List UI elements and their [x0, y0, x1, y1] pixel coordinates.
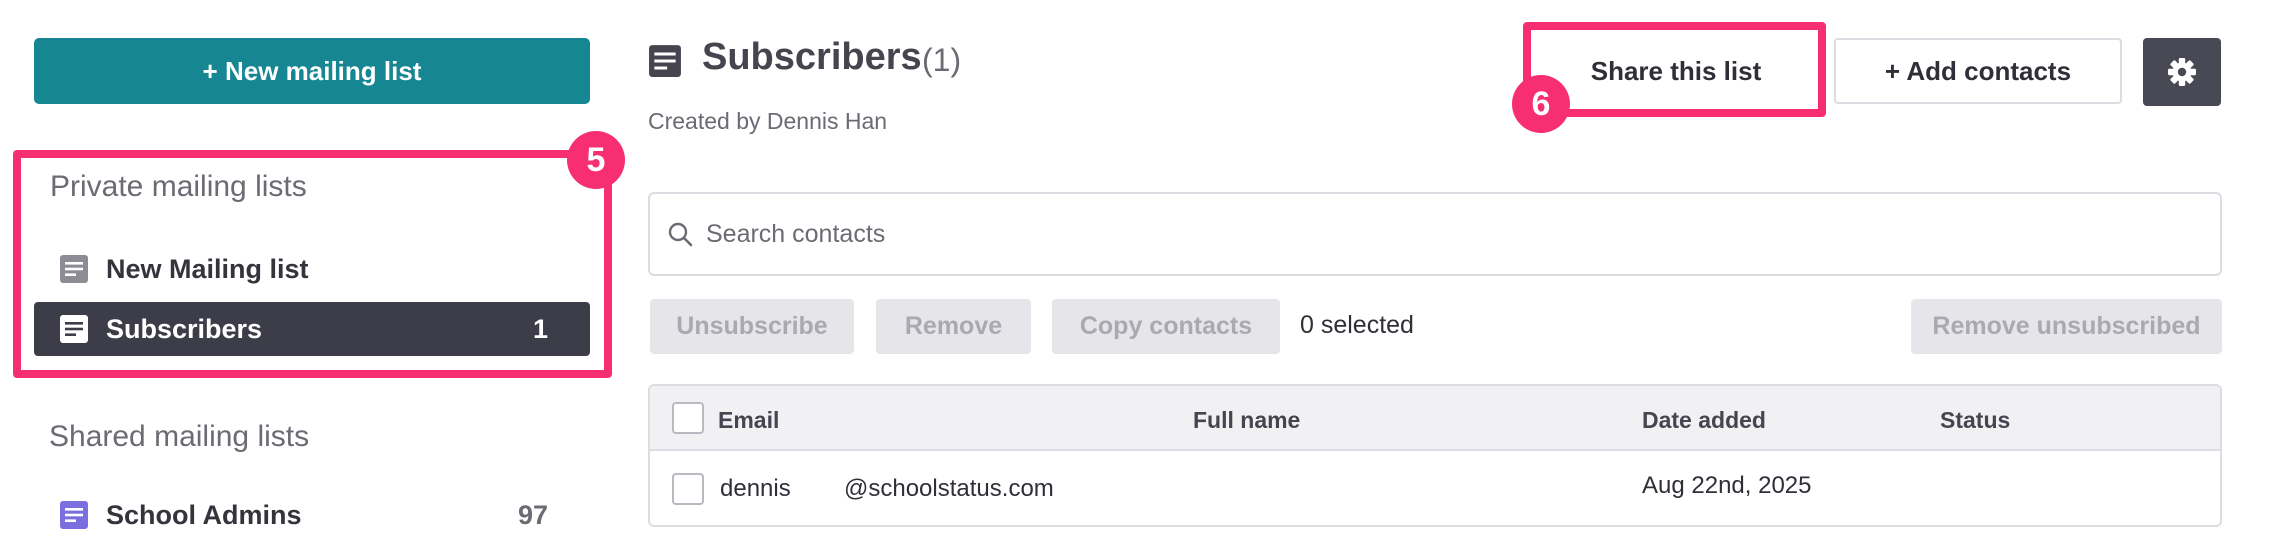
search-input[interactable] [706, 219, 2106, 249]
sidebar-item-new-mailing-list[interactable]: New Mailing list [34, 242, 590, 296]
list-icon [60, 315, 88, 343]
email-user: dennis [720, 475, 791, 502]
remove-unsubscribed-button[interactable]: Remove unsubscribed [1911, 299, 2222, 354]
sidebar-item-label: Subscribers [106, 313, 263, 344]
list-icon [60, 255, 88, 283]
page-title: Subscribers [702, 36, 922, 78]
column-header-status[interactable]: Status [1940, 407, 2010, 434]
created-by-text: Created by Dennis Han [648, 108, 888, 134]
table-row[interactable]: dennis @schoolstatus.com Aug 22nd, 2025 [650, 451, 2220, 525]
unsubscribe-button[interactable]: Unsubscribe [650, 299, 854, 354]
list-count: 1 [532, 313, 548, 344]
contacts-table: Email Full name Date added Status dennis… [648, 384, 2222, 527]
shared-lists-heading: Shared mailing lists [49, 420, 310, 453]
remove-button[interactable]: Remove [876, 299, 1031, 354]
list-icon [649, 45, 681, 77]
select-all-checkbox[interactable] [672, 402, 704, 434]
gear-icon [2168, 58, 2196, 86]
private-lists-heading: Private mailing lists [50, 170, 307, 203]
list-count: 97 [517, 499, 548, 530]
settings-button[interactable] [2143, 38, 2221, 106]
date-added-cell: Aug 22nd, 2025 [1642, 472, 1812, 499]
email-domain: @schoolstatus.com [844, 475, 1054, 502]
step-marker-6: 6 [1512, 75, 1570, 133]
sidebar-item-subscribers[interactable]: Subscribers 1 [34, 302, 590, 356]
share-list-button[interactable]: Share this list [1536, 38, 1816, 104]
search-box[interactable] [648, 192, 2222, 276]
sidebar-item-label: School Admins [106, 499, 302, 530]
sidebar-item-label: New Mailing list [106, 253, 309, 284]
column-header-date-added[interactable]: Date added [1642, 407, 1766, 434]
add-contacts-button[interactable]: + Add contacts [1834, 38, 2122, 104]
new-mailing-list-button[interactable]: + New mailing list [34, 38, 590, 104]
column-header-email[interactable]: Email [718, 407, 779, 434]
list-icon [60, 501, 88, 529]
step-marker-5: 5 [567, 131, 625, 189]
sidebar-item-school-admins[interactable]: School Admins 97 [34, 488, 590, 542]
column-header-full-name[interactable]: Full name [1193, 407, 1300, 434]
search-icon [668, 222, 693, 247]
row-checkbox[interactable] [672, 473, 704, 505]
table-header: Email Full name Date added Status [650, 386, 2220, 451]
subscriber-count: (1) [922, 42, 962, 78]
selected-count: 0 selected [1300, 311, 1414, 339]
copy-contacts-button[interactable]: Copy contacts [1052, 299, 1280, 354]
